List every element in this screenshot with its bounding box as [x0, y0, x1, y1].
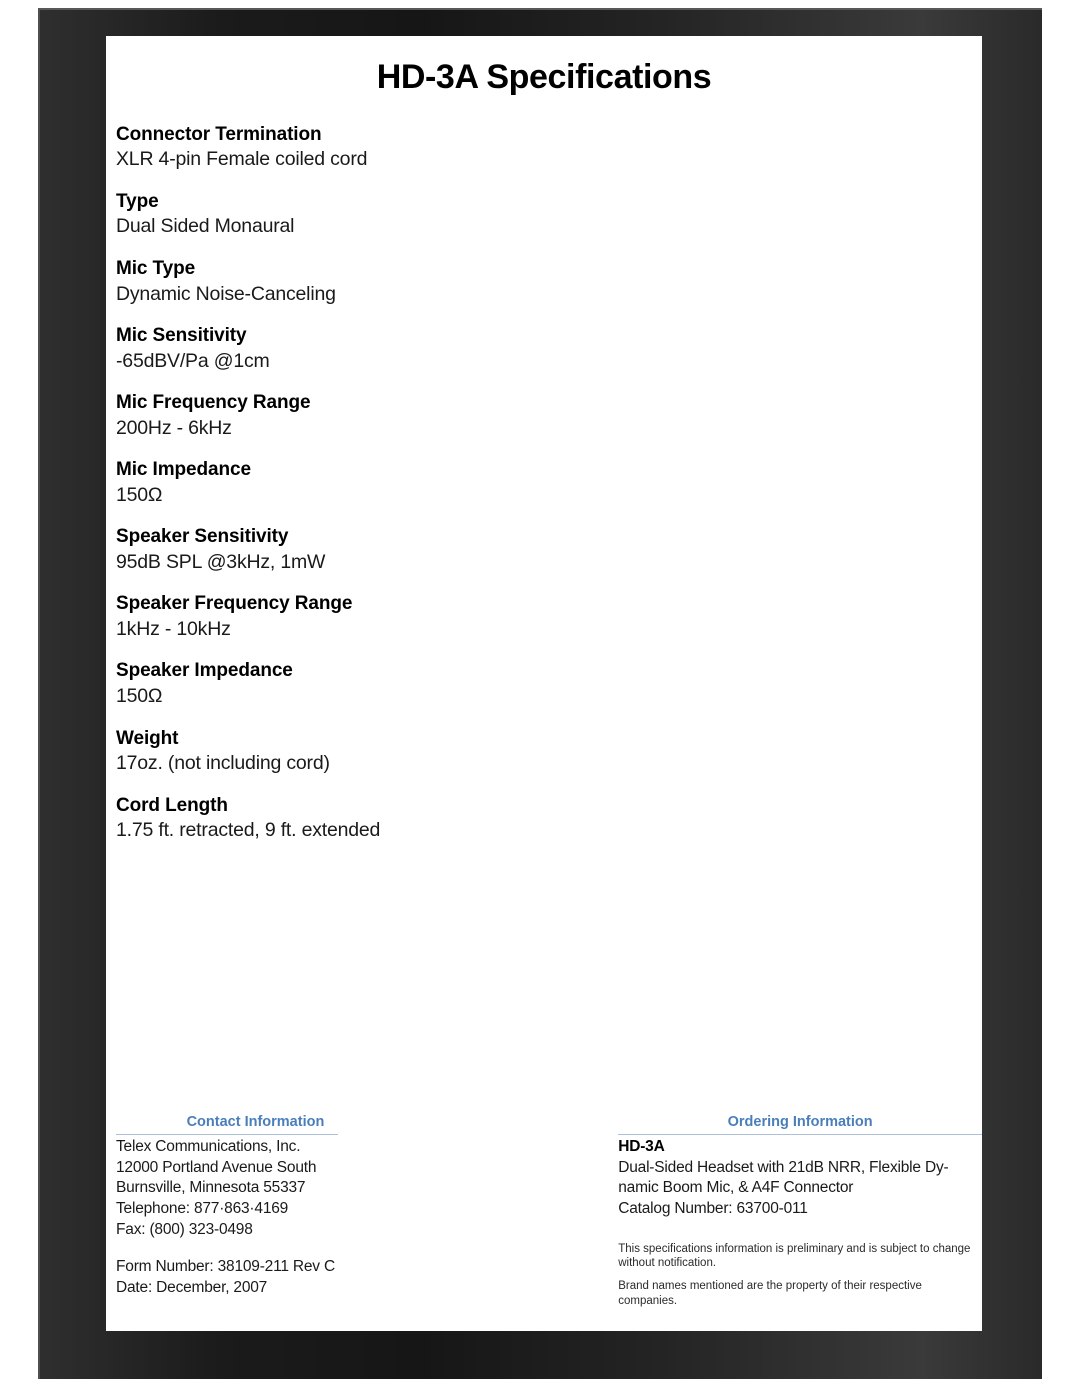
contact-company: Telex Communications, Inc. [116, 1138, 301, 1156]
spec-row: Speaker Frequency Range 1kHz - 10kHz [116, 592, 982, 642]
spec-value: Dynamic Noise-Canceling [116, 282, 336, 305]
spec-label: Mic Frequency Range [116, 392, 311, 414]
page-title: HD-3A Specifications [376, 58, 712, 96]
spec-value: XLR 4-pin Female coiled cord [116, 148, 368, 171]
paper-surface: HD-3A Specifications Connector Terminati… [106, 36, 982, 1331]
spec-value: Dual Sided Monaural [116, 215, 295, 238]
spec-value: 17oz. (not including cord) [116, 751, 330, 774]
spec-value: 150Ω [116, 684, 163, 707]
spec-row: Mic Frequency Range 200Hz - 6kHz [116, 391, 982, 441]
disclaimer-line1: This specifications information is preli… [618, 1242, 971, 1269]
contact-information-heading: Contact Information [116, 1114, 339, 1136]
contact-details: Telex Communications, Inc. 12000 Portlan… [116, 1137, 338, 1298]
specifications-list: Connector Termination XLR 4-pin Female c… [106, 123, 982, 844]
ordering-information-block: Ordering Information HD-3A Dual-Sided He… [618, 1114, 982, 1317]
spec-label: Connector Termination [116, 124, 322, 146]
spec-label: Mic Impedance [116, 459, 251, 481]
spec-value: 95dB SPL @3kHz, 1mW [116, 550, 326, 573]
spec-value: -65dBV/Pa @1cm [116, 349, 270, 372]
spec-label: Weight [116, 727, 179, 749]
spec-row: Mic Impedance 150Ω [116, 458, 982, 508]
spec-label: Mic Type [116, 258, 196, 280]
spec-label: Mic Sensitivity [116, 325, 247, 347]
ordering-details: HD-3A Dual-Sided Headset with 21dB NRR, … [618, 1137, 982, 1219]
contact-address-line2: Burnsville, Minnesota 55337 [116, 1179, 306, 1197]
spec-row: Type Dual Sided Monaural [116, 190, 982, 240]
spec-row: Mic Type Dynamic Noise-Canceling [116, 257, 982, 307]
spec-label: Type [116, 191, 159, 213]
form-date: Date: December, 2007 [116, 1278, 268, 1296]
ordering-model: HD-3A [618, 1138, 665, 1156]
spec-row: Connector Termination XLR 4-pin Female c… [116, 123, 982, 173]
ordering-catalog-number: Catalog Number: 63700-011 [618, 1199, 808, 1217]
spec-label: Speaker Impedance [116, 660, 293, 682]
contact-fax: Fax: (800) 323-0498 [116, 1220, 253, 1238]
disclaimer-line2: Brand names mentioned are the property o… [618, 1280, 922, 1307]
spec-value: 150Ω [116, 483, 163, 506]
spec-row: Cord Length 1.75 ft. retracted, 9 ft. ex… [116, 794, 982, 844]
spec-row: Mic Sensitivity -65dBV/Pa @1cm [116, 324, 982, 374]
disclaimer-block: This specifications information is preli… [618, 1242, 982, 1309]
spec-row: Speaker Sensitivity 95dB SPL @3kHz, 1mW [116, 525, 982, 575]
spec-row: Weight 17oz. (not including cord) [116, 727, 982, 777]
spec-value: 200Hz - 6kHz [116, 416, 232, 439]
page-frame-border: HD-3A Specifications Connector Terminati… [38, 8, 1042, 1379]
contact-address-line1: 12000 Portland Avenue South [116, 1158, 317, 1176]
contact-telephone: Telephone: 877·863·4169 [116, 1199, 289, 1217]
ordering-description-line1: Dual-Sided Headset with 21dB NRR, Flexib… [618, 1158, 949, 1176]
ordering-information-heading: Ordering Information [618, 1114, 982, 1136]
spec-label: Speaker Frequency Range [116, 593, 353, 615]
footer-spacer [116, 1240, 338, 1257]
spec-value: 1kHz - 10kHz [116, 617, 231, 640]
spec-label: Cord Length [116, 794, 228, 816]
page-footer: Contact Information Telex Communications… [116, 1114, 982, 1317]
form-number: Form Number: 38109-211 Rev C [116, 1258, 335, 1276]
ordering-description-line2: namic Boom Mic, & A4F Connector [618, 1179, 854, 1197]
document-page: HD-3A Specifications Connector Terminati… [0, 0, 1080, 1397]
spec-label: Speaker Sensitivity [116, 526, 289, 548]
contact-information-block: Contact Information Telex Communications… [116, 1114, 346, 1299]
spec-row: Speaker Impedance 150Ω [116, 659, 982, 709]
spec-value: 1.75 ft. retracted, 9 ft. extended [116, 818, 381, 841]
